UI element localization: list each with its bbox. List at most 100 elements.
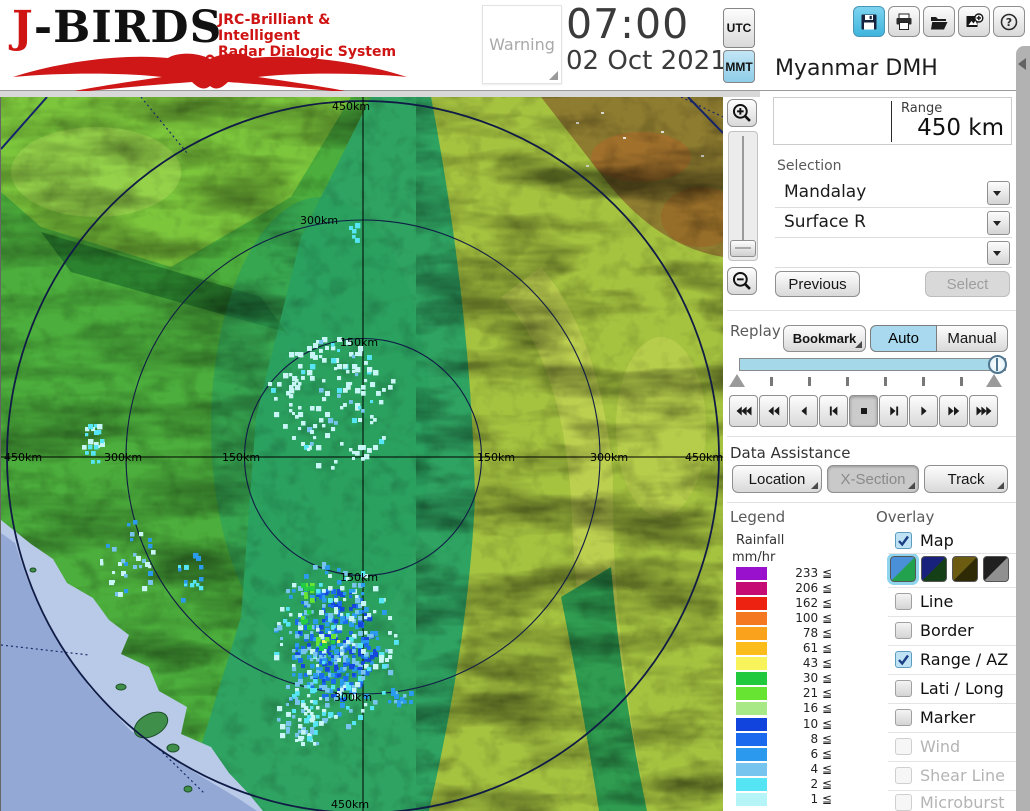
zoom-out-button[interactable] bbox=[727, 267, 757, 295]
warning-label: Warning bbox=[489, 35, 555, 54]
map-style-swatch-1[interactable] bbox=[887, 553, 919, 585]
mmt-button[interactable]: MMT bbox=[723, 50, 755, 83]
x-section-button[interactable]: X-Section bbox=[827, 465, 919, 493]
data-assistance-label: Data Assistance bbox=[730, 444, 851, 462]
step-back-button[interactable] bbox=[819, 395, 848, 427]
replay-slider-track[interactable] bbox=[739, 358, 1006, 371]
replay-slider-handle[interactable] bbox=[988, 355, 1007, 374]
fast-rewind-icon bbox=[736, 406, 751, 416]
add-image-icon bbox=[966, 12, 984, 27]
overlay-separator bbox=[888, 553, 1016, 554]
range-ring-label: 300km bbox=[590, 451, 628, 464]
checkbox[interactable] bbox=[895, 709, 912, 726]
overlay-item-lati-long[interactable]: Lati / Long bbox=[888, 679, 1016, 703]
product-dropdown[interactable]: Surface R bbox=[775, 208, 1012, 238]
print-button[interactable] bbox=[888, 6, 920, 37]
play-button[interactable] bbox=[909, 395, 938, 427]
legend-threshold: 10 ≦ bbox=[802, 716, 832, 731]
checkbox[interactable] bbox=[895, 593, 912, 610]
legend-color-swatch bbox=[736, 612, 767, 626]
overlay-separator bbox=[888, 616, 1016, 617]
overlay-separator bbox=[888, 703, 1016, 704]
overlay-item-marker[interactable]: Marker bbox=[888, 708, 1016, 732]
legend-threshold: 8 ≦ bbox=[810, 731, 832, 746]
replay-label: Replay bbox=[730, 322, 781, 340]
radar-map[interactable]: 450km 300km 150km 150km 300km 450km 450km 300km… bbox=[0, 96, 741, 811]
legend-color-swatch bbox=[736, 762, 767, 776]
checkbox[interactable] bbox=[895, 651, 912, 668]
clock-time: 07:00 bbox=[566, 0, 690, 48]
fast-forward-button[interactable] bbox=[939, 395, 968, 427]
collapse-panel-icon bbox=[1018, 58, 1026, 70]
legend-threshold: 78 ≦ bbox=[802, 626, 832, 641]
map-style-swatch-3[interactable] bbox=[952, 556, 978, 582]
station-dropdown[interactable]: Mandalay bbox=[775, 178, 1012, 208]
separator bbox=[727, 310, 1016, 311]
magnifier-minus-icon bbox=[732, 271, 751, 290]
corner-grip-icon bbox=[855, 341, 862, 348]
range-divider bbox=[891, 101, 892, 142]
legend-threshold: 43 ≦ bbox=[802, 656, 832, 671]
range-ring-label: 150km bbox=[222, 451, 260, 464]
legend-color-swatch bbox=[736, 642, 767, 656]
overlay-item-map[interactable]: Map bbox=[888, 531, 1016, 555]
fast-rewind-button[interactable] bbox=[729, 395, 758, 427]
overlay-item-wind: Wind bbox=[888, 737, 1016, 761]
checkbox[interactable] bbox=[895, 680, 912, 697]
chevron-down-icon[interactable] bbox=[987, 181, 1010, 205]
zoom-in-button[interactable] bbox=[727, 99, 757, 127]
overlay-item-label: Border bbox=[920, 621, 974, 640]
auto-mode-button[interactable]: Auto bbox=[870, 325, 937, 352]
selection-label: Selection bbox=[777, 158, 842, 174]
rewind-button[interactable] bbox=[759, 395, 788, 427]
warning-button[interactable]: Warning bbox=[482, 5, 562, 84]
range-ring-label: 450km bbox=[332, 100, 370, 113]
slider-end-marker[interactable] bbox=[986, 374, 1002, 387]
save-button[interactable] bbox=[853, 6, 885, 37]
bookmark-button[interactable]: Bookmark bbox=[783, 325, 866, 352]
range-ring-label: 300km bbox=[334, 691, 372, 704]
overlay-label: Overlay bbox=[876, 508, 935, 526]
legend-color-swatch bbox=[736, 627, 767, 641]
corner-grip-icon bbox=[908, 482, 915, 489]
step-forward-button[interactable] bbox=[879, 395, 908, 427]
overlay-item-border[interactable]: Border bbox=[888, 621, 1016, 645]
panel-splitter[interactable] bbox=[1016, 46, 1030, 811]
clock: 07:00 02 Oct 2021 bbox=[566, 0, 727, 76]
range-ring-label: 450km bbox=[4, 451, 42, 464]
utc-button[interactable]: UTC bbox=[723, 8, 755, 48]
checkbox[interactable] bbox=[895, 532, 912, 549]
stop-icon bbox=[860, 408, 867, 414]
map-style-swatch-2[interactable] bbox=[921, 556, 947, 582]
separator bbox=[727, 502, 1016, 503]
slider-tick bbox=[770, 377, 773, 386]
manual-mode-button[interactable]: Manual bbox=[937, 325, 1008, 352]
range-ring-label: 300km bbox=[104, 451, 142, 464]
overlay-item-range-az[interactable]: Range / AZ bbox=[888, 650, 1016, 674]
zoom-slider[interactable] bbox=[728, 131, 758, 261]
zoom-slider-handle[interactable] bbox=[730, 240, 756, 257]
track-button[interactable]: Track bbox=[924, 465, 1008, 493]
checkbox[interactable] bbox=[895, 622, 912, 639]
range-ring-label: 150km bbox=[340, 571, 378, 584]
overlay-separator bbox=[888, 790, 1016, 791]
option-dropdown[interactable] bbox=[775, 238, 1012, 268]
overlay-item-line[interactable]: Line bbox=[888, 592, 1016, 616]
add-image-button[interactable] bbox=[958, 6, 990, 37]
separator bbox=[727, 436, 1016, 437]
stop-button[interactable] bbox=[849, 395, 878, 427]
play-reverse-button[interactable] bbox=[789, 395, 818, 427]
chevron-down-icon[interactable] bbox=[987, 241, 1010, 265]
chevron-down-icon[interactable] bbox=[987, 211, 1010, 235]
select-button[interactable]: Select bbox=[925, 271, 1010, 297]
skip-forward-button[interactable] bbox=[969, 395, 998, 427]
print-icon bbox=[896, 13, 912, 30]
open-folder-button[interactable] bbox=[923, 6, 955, 37]
slider-start-marker[interactable] bbox=[729, 374, 745, 387]
previous-button[interactable]: Previous bbox=[775, 271, 860, 297]
location-button[interactable]: Location bbox=[732, 465, 822, 493]
help-button[interactable]: ? bbox=[993, 6, 1025, 37]
range-ring-label: 300km bbox=[300, 214, 338, 227]
map-style-swatch-4[interactable] bbox=[983, 556, 1009, 582]
legend-unit-line1: Rainfall bbox=[736, 533, 785, 548]
